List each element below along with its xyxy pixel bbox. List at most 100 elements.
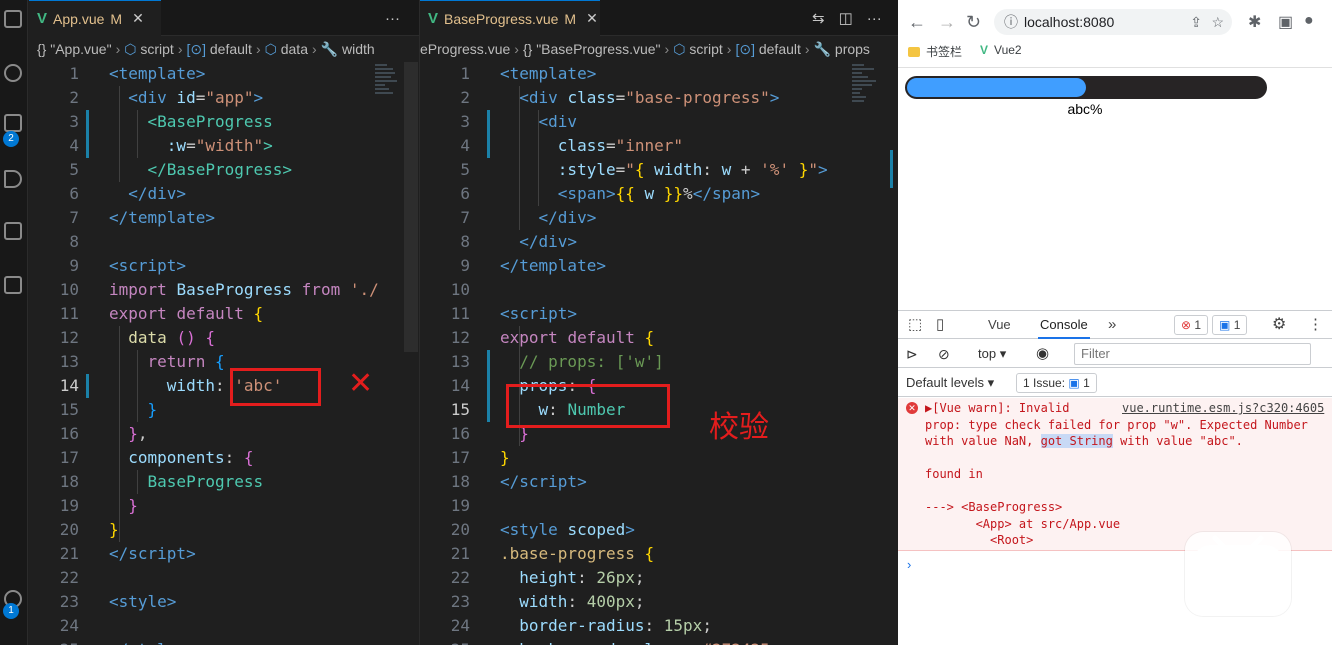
warning-head[interactable]: ▶[Vue warn]: Invalid [925, 400, 1070, 417]
line-number: 22 [59, 568, 79, 587]
code-line: return { [147, 352, 225, 371]
code-area[interactable]: 1234567891011121314151617181920212223242… [29, 62, 419, 645]
bookmark-vue2[interactable]: V Vue2 [980, 43, 1022, 57]
console-prompt[interactable]: › [907, 557, 911, 572]
more-options-icon[interactable]: ⋮ [1308, 311, 1323, 339]
more-actions-icon[interactable]: ··· [867, 10, 882, 27]
sidebar-toggle-icon[interactable]: ⊳ [906, 340, 918, 368]
line-number: 2 [69, 88, 79, 107]
code-line: }, [128, 424, 148, 443]
inspect-element-icon[interactable]: ⬚ [908, 311, 922, 339]
code-line: data () { [128, 328, 215, 347]
devtools-tabs: ⬚ ▯ Vue Console » ⊗ 1 ▣ 1 ⚙ ⋮ [898, 311, 1332, 339]
property-icon: 🔧 [320, 41, 339, 57]
context-select[interactable]: top ▾ [978, 340, 1006, 368]
message-count[interactable]: ▣ 1 [1212, 315, 1248, 335]
folder-icon [908, 46, 920, 57]
line-number: 12 [450, 328, 470, 347]
extensions-icon[interactable] [4, 222, 22, 240]
code-line: } [128, 496, 138, 515]
modified-indicator: M [564, 10, 577, 27]
close-icon[interactable]: ✕ [132, 10, 144, 27]
minimap[interactable] [375, 62, 405, 142]
minimap[interactable] [852, 62, 882, 142]
code-area[interactable]: 1234567891011121314151617181920212223242… [420, 62, 898, 645]
profile-icon[interactable]: ● [1304, 12, 1314, 30]
issues-button[interactable]: 1 Issue: ▣ 1 [1016, 373, 1097, 393]
line-number: 6 [460, 184, 470, 203]
compare-changes-icon[interactable]: ⇆ [812, 9, 825, 27]
breadcrumb-item[interactable]: data [281, 41, 308, 57]
breadcrumb-item[interactable]: script [140, 41, 173, 57]
warning-source-link[interactable]: vue.runtime.esm.js?c320:4605 [1122, 400, 1324, 417]
error-count[interactable]: ⊗ 1 [1174, 315, 1209, 335]
editor-baseprogress-vue[interactable]: V BaseProgress.vue M ✕ ⇆ ◫ ··· eProgress… [419, 0, 898, 645]
breadcrumb-item[interactable]: {} "BaseProgress.vue" [523, 41, 661, 57]
line-number: 11 [59, 304, 79, 323]
breadcrumb-item[interactable]: default [759, 41, 801, 57]
breadcrumb-item[interactable]: script [689, 41, 722, 57]
more-tabs-icon[interactable]: » [1108, 311, 1116, 339]
tab-vue[interactable]: Vue [988, 311, 1011, 339]
tab-console[interactable]: Console [1038, 311, 1090, 339]
bookmark-folder[interactable]: 书签栏 [908, 43, 962, 60]
bookmark-star-icon[interactable]: ☆ [1211, 9, 1224, 35]
modified-indicator: M [110, 10, 123, 27]
line-number: 21 [59, 544, 79, 563]
extensions-icon[interactable]: ✱ [1248, 12, 1261, 32]
settings-gear-icon[interactable]: ⚙ [1272, 311, 1286, 339]
breadcrumb-item[interactable]: {} "App.vue" [37, 41, 112, 57]
line-number: 12 [59, 328, 79, 347]
tab-baseprogress-vue[interactable]: V BaseProgress.vue M ✕ [420, 0, 600, 36]
breadcrumb-item[interactable]: props [835, 41, 870, 57]
code-line: } [147, 400, 158, 419]
line-number: 20 [450, 520, 470, 539]
code-line: <div class="base-progress"> [519, 88, 780, 107]
split-editor-icon[interactable]: ◫ [839, 9, 853, 27]
explorer-icon[interactable] [4, 10, 22, 28]
address-bar[interactable]: ⓘ localhost:8080 ⇪ ☆ [994, 9, 1232, 35]
share-icon[interactable]: ⇪ [1190, 9, 1202, 35]
breadcrumb-item[interactable]: width [342, 41, 375, 57]
console-warning[interactable]: ✕ ▶[Vue warn]: Invalid vue.runtime.esm.j… [898, 398, 1332, 551]
site-info-icon[interactable]: ⓘ [1004, 9, 1018, 35]
symbol-icon: [⊙] [735, 41, 755, 57]
code-line: <div id="app"> [128, 88, 264, 107]
line-number: 5 [69, 160, 79, 179]
line-number: 13 [450, 352, 470, 371]
log-levels-select[interactable]: Default levels ▾ [906, 369, 994, 397]
back-icon[interactable]: ← [908, 12, 926, 33]
clear-console-icon[interactable]: ⊘ [938, 340, 950, 368]
close-icon[interactable]: ✕ [586, 10, 598, 27]
change-indicator [86, 110, 89, 158]
code-line: </script> [109, 544, 196, 563]
editor-tab-bar: V App.vue M ✕ ··· [29, 0, 419, 36]
page-content: abc% [898, 68, 1332, 310]
line-number: 1 [69, 64, 79, 83]
code-line: </template> [109, 208, 215, 227]
run-debug-icon[interactable] [4, 170, 22, 188]
tab-label: BaseProgress.vue [444, 10, 559, 27]
property-icon: 🔧 [813, 41, 832, 57]
line-number: 24 [450, 616, 470, 635]
scrollbar[interactable] [890, 150, 893, 188]
scrollbar[interactable] [404, 62, 418, 352]
breadcrumb-item[interactable]: default [210, 41, 252, 57]
source-control-icon[interactable] [4, 114, 22, 132]
tab-app-vue[interactable]: V App.vue M ✕ [29, 0, 161, 36]
forward-icon[interactable]: → [938, 12, 956, 33]
line-number: 5 [460, 160, 470, 179]
more-actions-icon[interactable]: ··· [385, 10, 400, 27]
filter-input[interactable]: Filter [1074, 343, 1311, 365]
breadcrumb-item[interactable]: eProgress.vue [420, 41, 510, 57]
code-line: <BaseProgress [147, 112, 273, 131]
remote-explorer-icon[interactable] [4, 276, 22, 294]
side-panel-icon[interactable]: ▣ [1278, 12, 1293, 32]
live-expression-icon[interactable]: ◉ [1036, 340, 1049, 368]
editor-actions: ⇆ ◫ ··· [812, 0, 882, 36]
editor-app-vue[interactable]: V App.vue M ✕ ··· {} "App.vue" › ⬡ script ›… [29, 0, 419, 645]
search-icon[interactable] [4, 64, 22, 82]
reload-icon[interactable]: ↻ [966, 12, 981, 33]
code-line: } [500, 448, 510, 467]
device-toolbar-icon[interactable]: ▯ [936, 311, 944, 339]
